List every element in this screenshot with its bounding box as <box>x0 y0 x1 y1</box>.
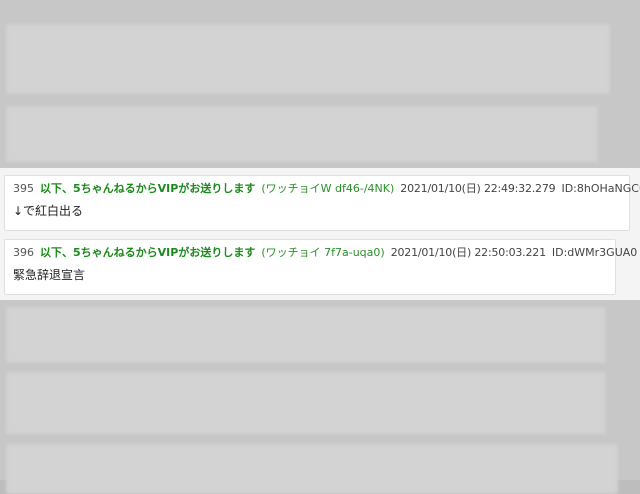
post-395: 395 以下、5ちゃんねるからVIPがお送りします (ワッチョイW df46-/… <box>4 175 640 231</box>
poster-trip: (ワッチョイW df46-/4NK) <box>261 182 395 195</box>
post-number[interactable]: 395 <box>13 181 34 196</box>
post-body: 緊急辞退宣言 <box>13 268 86 282</box>
post-number[interactable]: 396 <box>13 245 34 260</box>
post-header: 395 以下、5ちゃんねるからVIPがお送りします (ワッチョイW df46-/… <box>13 181 640 196</box>
post-date: 2021/01/10(日) 22:49:32.279 <box>400 182 556 195</box>
poster-name: 以下、5ちゃんねるからVIPがお送りします <box>40 182 256 195</box>
blurred-post <box>6 307 606 363</box>
blurred-post <box>6 444 618 494</box>
blurred-post <box>6 372 606 434</box>
blurred-post <box>6 24 610 94</box>
post-396: 396 以下、5ちゃんねるからVIPがお送りします (ワッチョイ 7f7a-uq… <box>4 239 637 295</box>
post-body: ↓で紅白出る <box>13 204 84 218</box>
post-date: 2021/01/10(日) 22:50:03.221 <box>390 246 546 259</box>
poster-trip: (ワッチョイ 7f7a-uqa0) <box>261 246 385 259</box>
thread-view: 395 以下、5ちゃんねるからVIPがお送りします (ワッチョイW df46-/… <box>0 0 640 494</box>
poster-id[interactable]: ID:8hOHaNGC0 <box>561 181 640 196</box>
poster-id[interactable]: ID:dWMr3GUA0 <box>552 245 637 260</box>
poster-name: 以下、5ちゃんねるからVIPがお送りします <box>40 246 256 259</box>
blurred-post <box>6 106 598 162</box>
blurred-post-header <box>15 30 601 45</box>
post-header: 396 以下、5ちゃんねるからVIPがお送りします (ワッチョイ 7f7a-uq… <box>13 245 637 260</box>
